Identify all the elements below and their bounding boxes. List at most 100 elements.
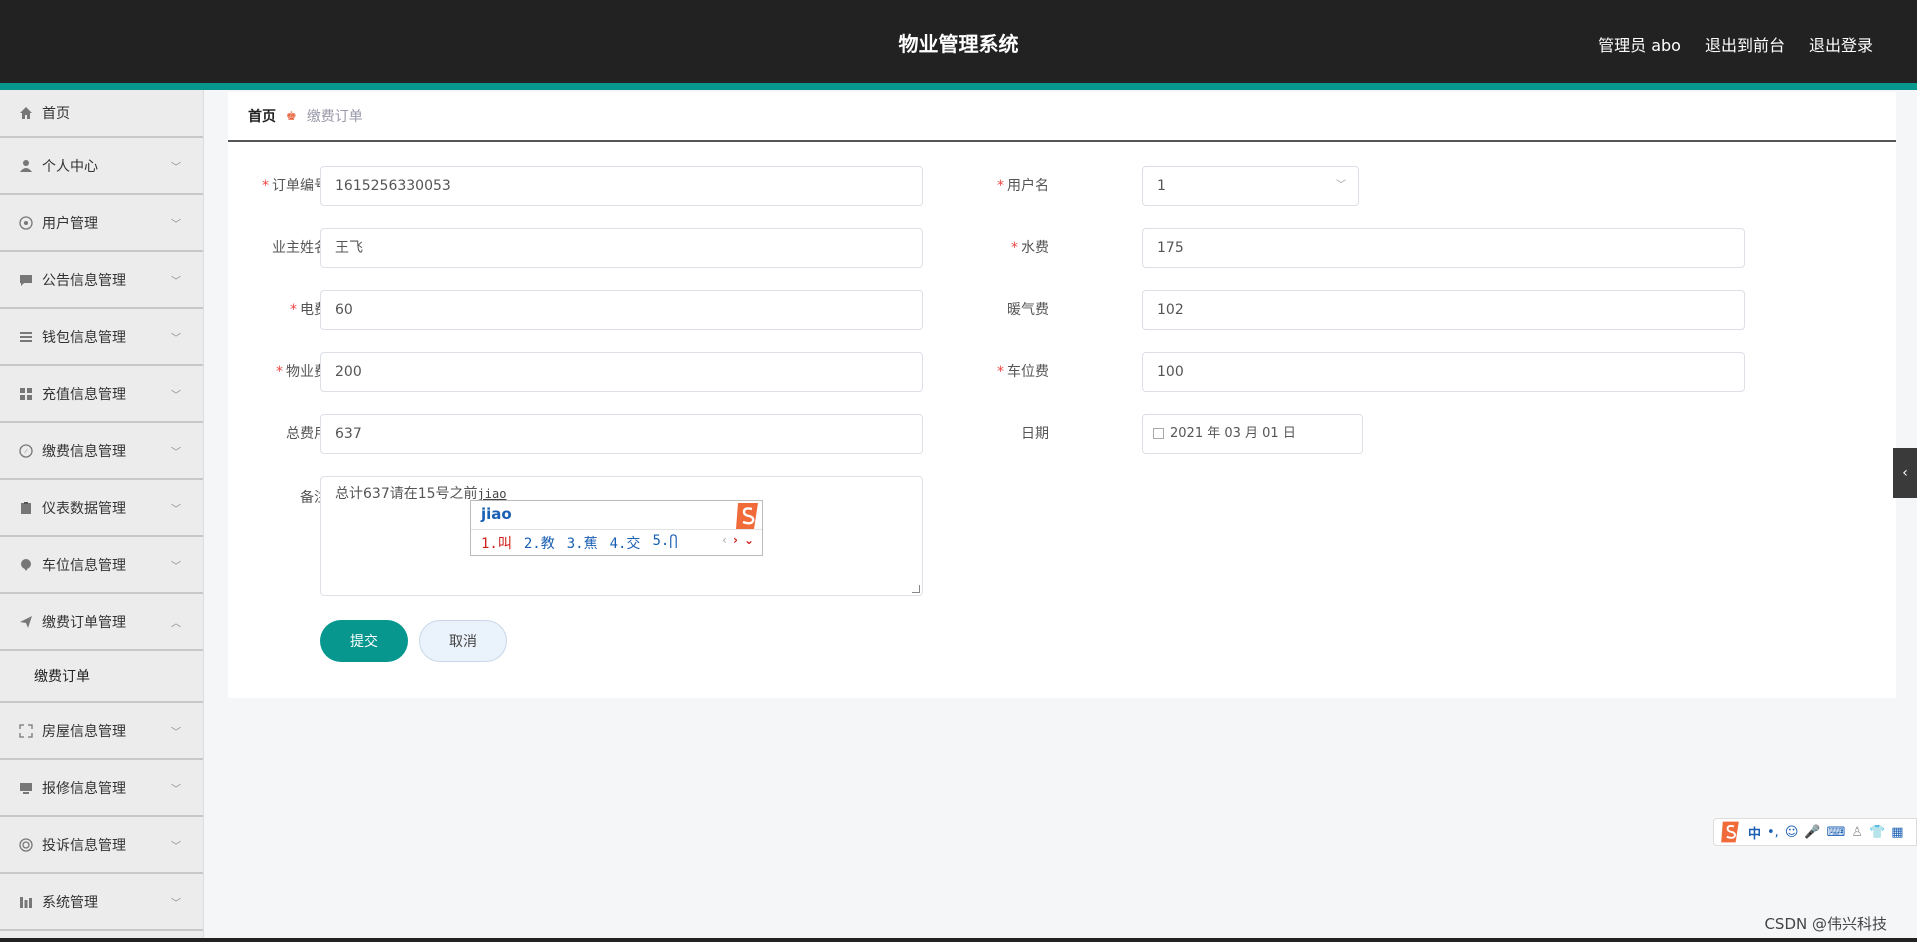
water-label-text: 水费 [1021, 240, 1049, 256]
sidebar-item-label: 钱包信息管理 [42, 329, 126, 346]
ime-candidate[interactable]: 5.⋂ [652, 533, 677, 553]
sidebar-item-orders[interactable]: 缴费订单管理 ︿ [0, 594, 203, 651]
remark-text: 总计637请在15号之前 [335, 486, 478, 502]
ime-lang-toggle[interactable]: 中 [1748, 823, 1761, 842]
sidebar-item-label: 仪表数据管理 [42, 500, 126, 517]
chevron-down-icon: ﹀ [171, 447, 181, 458]
sidebar-item-repair[interactable]: 报修信息管理 ﹀ [0, 760, 203, 817]
electric-label: * 电费 [228, 290, 328, 330]
cancel-button[interactable]: 取消 [419, 620, 507, 662]
sidebar-item-label: 缴费信息管理 [42, 443, 126, 460]
keyboard-icon[interactable]: ⌨ [1827, 825, 1846, 840]
sidebar-item-recharge[interactable]: 充值信息管理 ﹀ [0, 366, 203, 423]
ime-nav: ‹ › ⌄ [722, 533, 754, 547]
sidebar-item-label: 用户管理 [42, 215, 98, 232]
sidebar-item-label: 首页 [42, 106, 70, 122]
lifebuoy-icon [18, 837, 34, 853]
chevron-left-icon[interactable]: ‹ [722, 533, 727, 547]
send-icon [18, 614, 34, 630]
sidebar-item-notice[interactable]: 公告信息管理 ﹀ [0, 252, 203, 309]
chart-icon [18, 894, 34, 910]
owner-name-input[interactable]: 王飞 [320, 228, 923, 268]
sidebar-item-wallet[interactable]: 钱包信息管理 ﹀ [0, 309, 203, 366]
resize-grip-icon[interactable] [912, 585, 920, 593]
sidebar-item-personal[interactable]: 个人中心 ﹀ [0, 138, 203, 195]
username-select[interactable]: 1 ﹀ [1142, 166, 1359, 206]
sidebar-item-label: 公告信息管理 [42, 272, 126, 289]
ime-candidate[interactable]: 3.蕉 [567, 533, 598, 553]
total-input[interactable]: 637 [320, 414, 923, 454]
chevron-left-icon: ‹ [1902, 465, 1908, 481]
sidebar-subitem-orders[interactable]: 缴费订单 [0, 651, 203, 703]
admin-user[interactable]: 管理员 abo [1598, 32, 1681, 56]
parking-fee-input[interactable]: 100 [1142, 352, 1745, 392]
sidebar-item-payment[interactable]: 缴费信息管理 ﹀ [0, 423, 203, 480]
ime-composition: jiao [481, 505, 512, 523]
order-no-input[interactable]: 1615256330053 [320, 166, 923, 206]
date-picker[interactable]: 2021 年 03 月 01 日 [1142, 414, 1363, 454]
sogou-logo-icon[interactable] [1718, 820, 1742, 844]
order-no-label: * 订单编号 [228, 166, 328, 206]
header-links: 管理员 abo 退出到前台 退出登录 [1598, 32, 1873, 56]
exit-to-front-link[interactable]: 退出到前台 [1705, 32, 1785, 56]
property-fee-label: * 物业费 [228, 352, 328, 392]
chevron-down-icon: ﹀ [1336, 180, 1346, 191]
required-mark: * [262, 178, 269, 194]
sidebar-item-house[interactable]: 房屋信息管理 ﹀ [0, 703, 203, 760]
chevron-down-icon: ﹀ [171, 276, 181, 287]
remark-composition: jiao [477, 487, 507, 501]
grid-icon[interactable]: ▦ [1891, 825, 1903, 840]
fullscreen-icon [18, 723, 34, 739]
user-icon[interactable]: ♙ [1851, 825, 1863, 840]
chevron-down-icon: ﹀ [171, 219, 181, 230]
required-mark: * [1011, 240, 1018, 256]
owner-name-label: 业主姓名 [272, 240, 328, 256]
punctuation-icon[interactable]: •, [1767, 825, 1779, 840]
microphone-icon[interactable]: 🎤 [1804, 825, 1820, 840]
collapse-panel-button[interactable]: ‹ [1893, 448, 1917, 498]
electric-input[interactable]: 60 [320, 290, 923, 330]
required-mark: * [276, 364, 283, 380]
skin-icon[interactable]: 👕 [1869, 825, 1885, 840]
sidebar-item-users[interactable]: 用户管理 ﹀ [0, 195, 203, 252]
sidebar-item-meter[interactable]: 仪表数据管理 ﹀ [0, 480, 203, 537]
emoji-icon[interactable]: ☺ [1785, 825, 1799, 840]
chevron-down-icon: ﹀ [171, 898, 181, 909]
ime-status-bar: 中 •, ☺ 🎤 ⌨ ♙ 👕 ▦ [1713, 818, 1917, 846]
grid-icon [18, 386, 34, 402]
sidebar-item-label: 缴费订单管理 [42, 614, 126, 631]
chevron-down-icon: ﹀ [171, 504, 181, 515]
chevron-down-icon: ﹀ [171, 390, 181, 401]
submit-button[interactable]: 提交 [320, 620, 408, 662]
calendar-icon [1153, 428, 1164, 439]
heating-label: 暖气费 [1007, 302, 1049, 318]
home-icon [18, 105, 34, 121]
required-mark: * [997, 178, 1004, 194]
sidebar-item-home[interactable]: 首页 [0, 90, 203, 138]
heating-input[interactable]: 102 [1142, 290, 1745, 330]
sidebar-item-label: 系统管理 [42, 894, 98, 911]
chevron-down-icon[interactable]: ⌄ [744, 533, 754, 547]
breadcrumb-current: 缴费订单 [306, 109, 363, 125]
chevron-right-icon[interactable]: › [733, 533, 738, 547]
breadcrumb-separator-icon: ♚ [286, 109, 297, 123]
property-fee-input[interactable]: 200 [320, 352, 923, 392]
logout-link[interactable]: 退出登录 [1809, 32, 1873, 56]
ime-candidate[interactable]: 1.叫 [481, 533, 512, 553]
chevron-down-icon: ﹀ [171, 727, 181, 738]
ime-candidate[interactable]: 4.交 [610, 533, 641, 553]
chevron-down-icon: ﹀ [171, 784, 181, 795]
ime-candidates: 1.叫 2.教 3.蕉 4.交 5.⋂ [481, 533, 678, 553]
sidebar-item-label: 个人中心 [42, 158, 98, 175]
sidebar-item-complaint[interactable]: 投诉信息管理 ﹀ [0, 817, 203, 874]
ime-candidate[interactable]: 2.教 [524, 533, 555, 553]
water-input[interactable]: 175 [1142, 228, 1745, 268]
username-label: * 用户名 [949, 166, 1049, 206]
chevron-down-icon: ﹀ [171, 333, 181, 344]
required-mark: * [997, 364, 1004, 380]
username-label-text: 用户名 [1007, 178, 1049, 194]
breadcrumb-home[interactable]: 首页 [248, 106, 276, 126]
sidebar-item-parking[interactable]: 车位信息管理 ﹀ [0, 537, 203, 594]
required-mark: * [290, 302, 297, 318]
sidebar-item-system[interactable]: 系统管理 ﹀ [0, 874, 203, 931]
